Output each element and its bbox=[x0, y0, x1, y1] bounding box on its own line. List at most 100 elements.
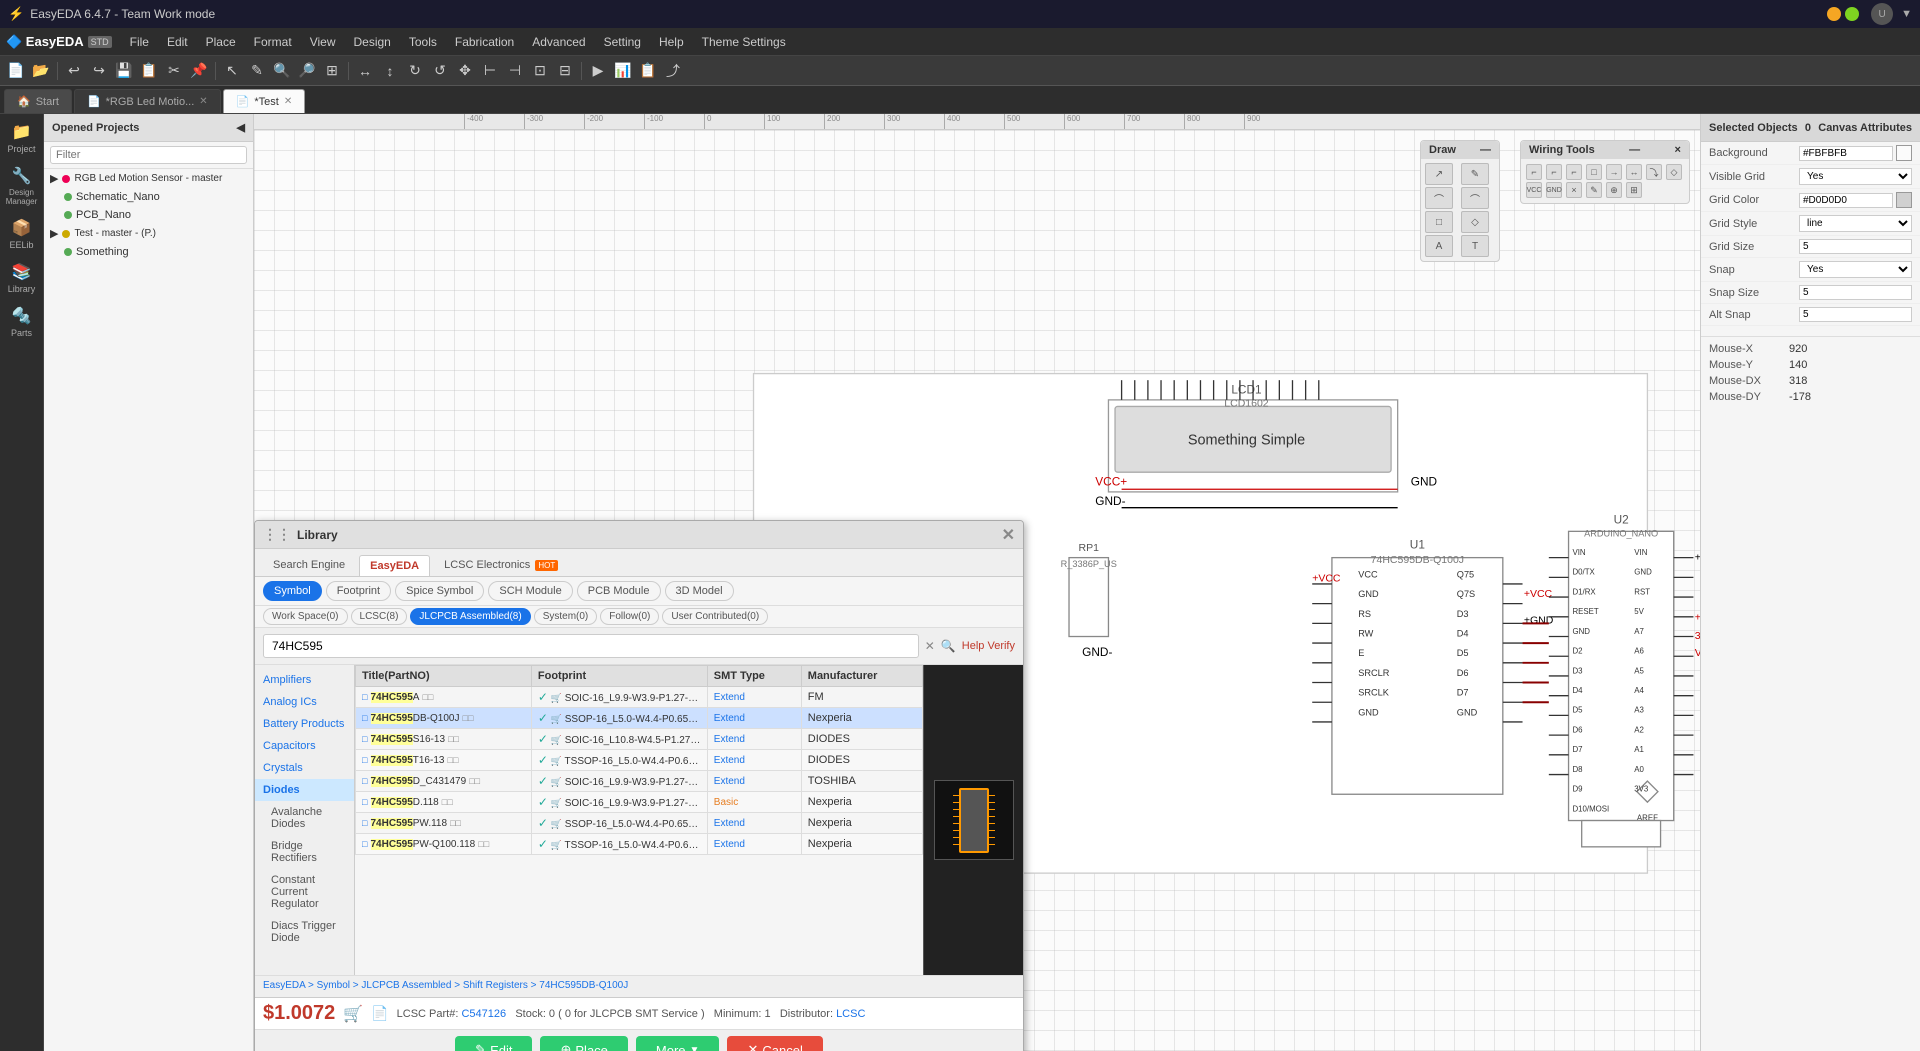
wt-grid[interactable]: ⊞ bbox=[1626, 182, 1642, 198]
tb-bom[interactable]: 📋 bbox=[636, 59, 660, 83]
wt-plus[interactable]: ⊕ bbox=[1606, 182, 1622, 198]
sidebar-item-library[interactable]: 📚 Library bbox=[3, 258, 41, 298]
search-tab-engine[interactable]: Search Engine bbox=[263, 555, 355, 576]
table-row[interactable]: □ 74HC595T16-13 □□ ✓ 🛒 TSSOP-16_L5.0-W4.… bbox=[356, 750, 923, 771]
cat-crystals[interactable]: Crystals bbox=[255, 757, 354, 779]
draw-panel-close[interactable]: — bbox=[1480, 144, 1491, 156]
attr-snapsize-value[interactable] bbox=[1799, 285, 1912, 300]
help-verify-link[interactable]: Help Verify bbox=[962, 640, 1015, 652]
table-row[interactable]: □ 74HC595S16-13 □□ ✓ 🛒 SOIC-16_L10.8-W4.… bbox=[356, 729, 923, 750]
maximize-btn[interactable] bbox=[1845, 7, 1859, 21]
table-row[interactable]: □ 74HC595PW.118 □□ ✓ 🛒 SSOP-16_L5.0-W4.4… bbox=[356, 813, 923, 834]
menu-design[interactable]: Design bbox=[345, 32, 398, 52]
more-button[interactable]: More ▼ bbox=[636, 1036, 720, 1051]
search-clear-btn[interactable]: ✕ bbox=[925, 639, 935, 653]
cat-diacs-trigger[interactable]: Diacs Trigger Diode bbox=[255, 915, 354, 949]
wt-vcc[interactable]: VCC bbox=[1526, 182, 1542, 198]
wt-busentry[interactable]: ↔ bbox=[1626, 164, 1642, 180]
edit-button[interactable]: ✎ Edit bbox=[455, 1036, 532, 1051]
tab-rgb[interactable]: 📄 *RGB Led Motio... ✕ bbox=[74, 89, 221, 113]
tb-zoom-in[interactable]: 🔍 bbox=[270, 59, 294, 83]
tb-zoom-out[interactable]: 🔎 bbox=[295, 59, 319, 83]
tb-paste[interactable]: 📌 bbox=[187, 59, 211, 83]
wt-power[interactable]: ◇ bbox=[1666, 164, 1682, 180]
menu-help[interactable]: Help bbox=[651, 32, 692, 52]
wt-gnd[interactable]: GND bbox=[1546, 182, 1562, 198]
tb-align-r[interactable]: ⊣ bbox=[503, 59, 527, 83]
class-tab-workspace[interactable]: Work Space(0) bbox=[263, 608, 348, 625]
tb-save[interactable]: 💾 bbox=[112, 59, 136, 83]
tb-select[interactable]: ↖ bbox=[220, 59, 244, 83]
user-menu[interactable]: ▼ bbox=[1901, 8, 1912, 20]
search-input[interactable] bbox=[263, 634, 919, 658]
cat-analog-ics[interactable]: Analog ICs bbox=[255, 691, 354, 713]
wt-netlabel[interactable]: □ bbox=[1586, 164, 1602, 180]
tb-new[interactable]: 📄 bbox=[4, 59, 28, 83]
cat-bridge-rectifiers[interactable]: Bridge Rectifiers bbox=[255, 835, 354, 869]
sidebar-item-project[interactable]: 📁 Project bbox=[3, 118, 41, 158]
type-tab-sch-module[interactable]: SCH Module bbox=[488, 581, 572, 601]
dp-image[interactable]: T bbox=[1461, 235, 1489, 257]
minimize-btn[interactable] bbox=[1827, 7, 1841, 21]
distributor-value[interactable]: LCSC bbox=[836, 1008, 865, 1020]
tb-mirror-v[interactable]: ↕ bbox=[378, 59, 402, 83]
tb-wire[interactable]: ✎ bbox=[245, 59, 269, 83]
popup-close-btn[interactable]: ✕ bbox=[1002, 525, 1015, 545]
dp-rect[interactable]: □ bbox=[1425, 211, 1453, 233]
tb-cut[interactable]: ✂ bbox=[162, 59, 186, 83]
table-row[interactable]: □ 74HC595D_C431479 □□ ✓ 🛒 SOIC-16_L9.9-W… bbox=[356, 771, 923, 792]
class-tab-jlcpcb[interactable]: JLCPCB Assembled(8) bbox=[410, 608, 530, 625]
project-panel-collapse[interactable]: ◀ bbox=[237, 121, 245, 134]
type-tab-symbol[interactable]: Symbol bbox=[263, 581, 322, 601]
class-tab-user[interactable]: User Contributed(0) bbox=[662, 608, 768, 625]
type-tab-3d-model[interactable]: 3D Model bbox=[665, 581, 734, 601]
cat-amplifiers[interactable]: Amplifiers bbox=[255, 669, 354, 691]
table-row[interactable]: □ 74HC595PW-Q100.118 □□ ✓ 🛒 TSSOP-16_L5.… bbox=[356, 834, 923, 855]
tree-schematic-nano[interactable]: Schematic_Nano bbox=[44, 188, 253, 206]
tree-pcb-nano[interactable]: PCB_Nano bbox=[44, 206, 253, 224]
sidebar-item-parts[interactable]: 🔩 Parts bbox=[3, 302, 41, 342]
wt-pencil[interactable]: ✎ bbox=[1586, 182, 1602, 198]
attr-snap-select[interactable]: YesNo bbox=[1799, 261, 1912, 278]
breadcrumb-shift-registers[interactable]: Shift Registers bbox=[463, 980, 528, 991]
tb-undo[interactable]: ↩ bbox=[62, 59, 86, 83]
menu-theme-settings[interactable]: Theme Settings bbox=[694, 32, 794, 52]
menu-file[interactable]: File bbox=[122, 32, 157, 52]
tab-test[interactable]: 📄 *Test ✕ bbox=[223, 89, 306, 113]
dp-arc1[interactable]: ⌒ bbox=[1425, 187, 1453, 209]
class-tab-system[interactable]: System(0) bbox=[534, 608, 598, 625]
cancel-button[interactable]: ✕ Cancel bbox=[727, 1036, 822, 1051]
class-tab-follow[interactable]: Follow(0) bbox=[600, 608, 659, 625]
sidebar-item-eelib[interactable]: 📦 EELib bbox=[3, 214, 41, 254]
tab-test-close[interactable]: ✕ bbox=[284, 96, 292, 107]
sidebar-item-design-manager[interactable]: 🔧 DesignManager bbox=[3, 162, 41, 210]
wiring-tools-close[interactable]: × bbox=[1675, 144, 1681, 156]
menu-fabrication[interactable]: Fabrication bbox=[447, 32, 522, 52]
cat-diodes[interactable]: Diodes bbox=[255, 779, 354, 801]
menu-setting[interactable]: Setting bbox=[596, 32, 649, 52]
cat-battery[interactable]: Battery Products bbox=[255, 713, 354, 735]
gc-color-swatch[interactable] bbox=[1896, 192, 1912, 208]
dp-circle[interactable]: ◇ bbox=[1461, 211, 1489, 233]
tb-ungroup[interactable]: ⊟ bbox=[553, 59, 577, 83]
tb-netlist[interactable]: 📊 bbox=[611, 59, 635, 83]
tab-rgb-close[interactable]: ✕ bbox=[199, 96, 207, 107]
wt-noconnect[interactable]: ⤵ bbox=[1646, 164, 1662, 180]
menu-place[interactable]: Place bbox=[198, 32, 244, 52]
table-row[interactable]: □ 74HC595A □□ ✓ 🛒 SOIC-16_L9.9-W3.9-P1.2… bbox=[356, 687, 923, 708]
filter-input[interactable] bbox=[50, 146, 247, 164]
wt-junction[interactable]: ⌐ bbox=[1566, 164, 1582, 180]
dp-text[interactable]: A bbox=[1425, 235, 1453, 257]
attr-bg-value[interactable] bbox=[1799, 146, 1893, 161]
tb-move[interactable]: ✥ bbox=[453, 59, 477, 83]
doc-button[interactable]: 📄 bbox=[371, 1005, 388, 1022]
menu-tools[interactable]: Tools bbox=[401, 32, 445, 52]
menu-edit[interactable]: Edit bbox=[159, 32, 196, 52]
tb-copy[interactable]: 📋 bbox=[137, 59, 161, 83]
tb-fit[interactable]: ⊞ bbox=[320, 59, 344, 83]
tb-group[interactable]: ⊡ bbox=[528, 59, 552, 83]
class-tab-lcsc[interactable]: LCSC(8) bbox=[351, 608, 408, 625]
wt-bus[interactable]: ⌐ bbox=[1546, 164, 1562, 180]
search-tab-easyeda[interactable]: EasyEDA bbox=[359, 555, 430, 576]
tb-mirror-h[interactable]: ↔ bbox=[353, 59, 377, 83]
